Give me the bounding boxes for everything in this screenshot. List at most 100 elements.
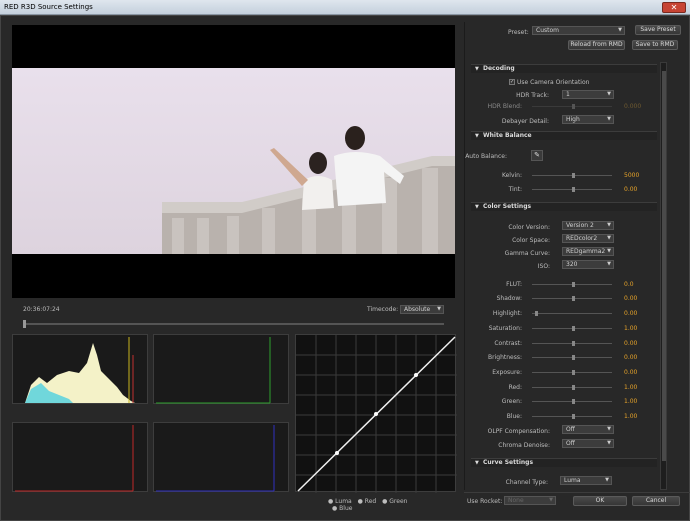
ok-button[interactable]: OK (573, 496, 627, 506)
slider-thumb[interactable] (572, 414, 575, 419)
hdr-track-label: HDR Track: (516, 92, 549, 99)
highlight-slider[interactable] (532, 311, 612, 316)
chevron-down-icon: ▼ (607, 222, 611, 228)
tint-value[interactable]: 0.00 (624, 186, 637, 193)
slider-thumb[interactable] (572, 282, 575, 287)
settings-scrollbar[interactable] (660, 62, 667, 490)
window-title: RED R3D Source Settings (4, 3, 93, 11)
close-button[interactable]: ✕ (662, 2, 686, 13)
hdr-blend-slider[interactable] (532, 104, 612, 109)
color-version-value: Version 2 (566, 222, 594, 229)
use-camera-orientation-checkbox[interactable]: ✓ (509, 79, 515, 85)
save-preset-button[interactable]: Save Preset (635, 25, 681, 35)
slider-thumb[interactable] (572, 370, 575, 375)
timecode-mode-value: Absolute (404, 306, 431, 313)
color-space-dropdown[interactable]: REDcolor2 ▼ (562, 234, 614, 243)
save-to-rmd-button[interactable]: Save to RMD (632, 40, 678, 50)
iso-dropdown[interactable]: 320 ▼ (562, 260, 614, 269)
olpf-compensation-dropdown[interactable]: Off ▼ (562, 425, 614, 434)
timeline-scrubber[interactable] (23, 320, 444, 328)
shadow-slider[interactable] (532, 296, 612, 301)
legend-green-label: Green (389, 498, 408, 505)
collapse-icon: ▼ (475, 133, 479, 139)
exposure-slider[interactable] (532, 370, 612, 375)
brightness-value[interactable]: 0.00 (624, 354, 637, 361)
title-bar: RED R3D Source Settings ✕ (0, 0, 690, 15)
slider-thumb[interactable] (572, 187, 575, 192)
legend-red-label: Red (364, 498, 377, 505)
eyedropper-button[interactable]: ✎ (531, 150, 543, 161)
timecode-label: Timecode: (367, 306, 399, 313)
flut-value[interactable]: 0.0 (624, 281, 634, 288)
channel-type-dropdown[interactable]: Luma ▼ (560, 476, 612, 485)
contrast-slider[interactable] (532, 341, 612, 346)
chroma-denoise-dropdown[interactable]: Off ▼ (562, 439, 614, 448)
red-value[interactable]: 1.00 (624, 384, 637, 391)
exposure-value[interactable]: 0.00 (624, 369, 637, 376)
color-version-dropdown[interactable]: Version 2 ▼ (562, 221, 614, 230)
green-value[interactable]: 1.00 (624, 398, 637, 405)
red-slider[interactable] (532, 385, 612, 390)
flut-slider[interactable] (532, 282, 612, 287)
chevron-down-icon: ▼ (607, 91, 611, 97)
olpf-compensation-value: Off (566, 426, 575, 433)
highlight-value[interactable]: 0.00 (624, 310, 637, 317)
histogram-red-plot (15, 425, 134, 492)
section-color-settings[interactable]: ▼ Color Settings (471, 202, 657, 211)
olpf-compensation-label: OLPF Compensation: (487, 428, 550, 435)
slider-thumb[interactable] (572, 341, 575, 346)
green-slider[interactable] (532, 399, 612, 404)
use-rocket-dropdown[interactable]: None ▼ (504, 496, 556, 505)
preset-dropdown[interactable]: Custom ▼ (532, 26, 625, 35)
scrubber-handle[interactable] (23, 320, 26, 328)
debayer-detail-label: Debayer Detail: (501, 118, 549, 125)
slider-thumb[interactable] (572, 326, 575, 331)
histogram-red (12, 422, 148, 492)
slider-thumb[interactable] (572, 104, 575, 109)
kelvin-value[interactable]: 5000 (624, 172, 639, 179)
shadow-value[interactable]: 0.00 (624, 295, 637, 302)
blue-value[interactable]: 1.00 (624, 413, 637, 420)
reload-from-rmd-button[interactable]: Reload from RMD (568, 40, 625, 50)
slider-thumb[interactable] (572, 296, 575, 301)
section-decoding[interactable]: ▼ Decoding (471, 64, 657, 73)
slider-thumb[interactable] (535, 311, 538, 316)
contrast-value[interactable]: 0.00 (624, 340, 637, 347)
slider-thumb[interactable] (572, 173, 575, 178)
scrollbar-thumb[interactable] (662, 71, 666, 461)
legend-red[interactable]: ● Red (358, 498, 377, 505)
hdr-blend-value[interactable]: 0.000 (624, 103, 641, 110)
legend-blue[interactable]: ● Blue (332, 505, 352, 512)
chroma-denoise-value: Off (566, 440, 575, 447)
debayer-detail-dropdown[interactable]: High ▼ (562, 115, 614, 124)
kelvin-slider[interactable] (532, 173, 612, 178)
hdr-track-dropdown[interactable]: 1 ▼ (562, 90, 614, 99)
slider-thumb[interactable] (572, 399, 575, 404)
section-curve-settings-title: Curve Settings (483, 459, 534, 466)
histogram-blue-plot (156, 425, 275, 492)
cancel-button[interactable]: Cancel (632, 496, 680, 506)
debayer-detail-value: High (566, 116, 580, 123)
saturation-slider[interactable] (532, 326, 612, 331)
legend-blue-label: Blue (339, 505, 353, 512)
highlight-label: Highlight: (492, 310, 522, 317)
tint-slider[interactable] (532, 187, 612, 192)
section-white-balance[interactable]: ▼ White Balance (471, 131, 657, 140)
legend-luma[interactable]: ● Luma (328, 498, 352, 505)
color-space-value: REDcolor2 (566, 235, 598, 242)
legend-luma-label: Luma (335, 498, 352, 505)
gamma-curve-dropdown[interactable]: REDgamma2 ▼ (562, 247, 614, 256)
histogram-luma-plot (25, 337, 135, 403)
saturation-value[interactable]: 1.00 (624, 325, 637, 332)
blue-slider[interactable] (532, 414, 612, 419)
hdr-blend-label: HDR Blend: (487, 103, 522, 110)
slider-thumb[interactable] (572, 385, 575, 390)
channel-type-label: Channel Type: (505, 479, 548, 486)
exposure-label: Exposure: (492, 369, 522, 376)
legend-green[interactable]: ● Green (382, 498, 407, 505)
brightness-slider[interactable] (532, 355, 612, 360)
slider-thumb[interactable] (572, 355, 575, 360)
section-curve-settings[interactable]: ▼ Curve Settings (471, 458, 657, 467)
histogram-luma (12, 334, 148, 404)
channel-type-value: Luma (564, 477, 581, 484)
